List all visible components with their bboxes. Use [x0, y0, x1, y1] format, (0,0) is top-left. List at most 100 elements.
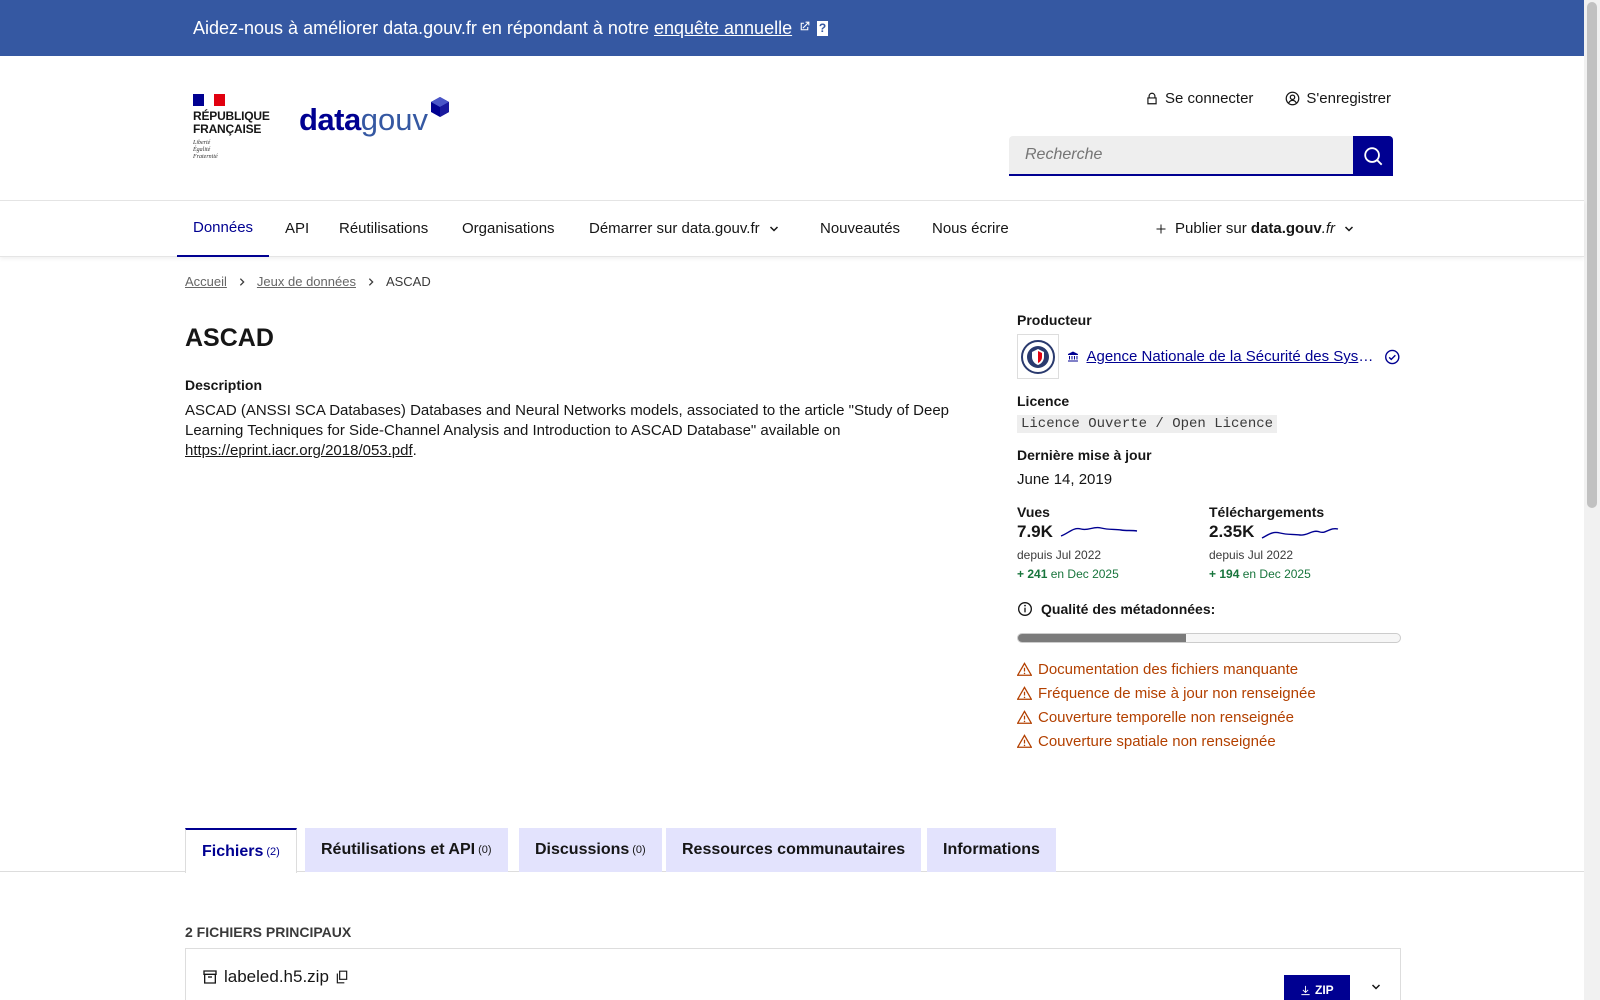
breadcrumb-current: ASCAD	[385, 274, 431, 289]
publish-brand: data.gouv	[1250, 220, 1322, 237]
downloads-since: depuis Jul 2022	[1209, 548, 1294, 562]
help-icon[interactable]: ?	[817, 20, 829, 36]
downloads-delta-period: en Dec 2025	[1242, 567, 1311, 581]
stats: Vues 7.9K depuis Jul 2022 + 241 en Dec 2…	[1017, 504, 1401, 581]
breadcrumb: Accueil Jeux de données ASCAD	[185, 274, 431, 289]
description-text: ASCAD (ANSSI SCA Databases) Databases an…	[185, 402, 950, 459]
archive-icon	[203, 970, 217, 984]
quality-label: Qualité des métadonnées:	[1041, 601, 1216, 617]
publish-suffix: .fr	[1321, 220, 1336, 237]
producer-logo[interactable]	[1017, 334, 1059, 379]
dataset-tabs: Fichiers (2) Réutilisations et API (0) Dis…	[0, 828, 1584, 873]
publish-menu-button[interactable]: Publier sur data.gouv.fr	[1155, 201, 1355, 257]
institution-icon	[1067, 351, 1078, 362]
download-icon	[1301, 985, 1310, 995]
views-label: Vues	[1017, 504, 1050, 520]
header-links: Se connecter S'enregistrer	[1145, 90, 1391, 107]
logo-gouv-text: gouv	[360, 102, 428, 137]
publish-prefix: Publier sur	[1175, 220, 1247, 237]
chevron-down-icon[interactable]	[1370, 981, 1382, 993]
search-icon	[1364, 147, 1383, 166]
description-link[interactable]: https://eprint.iacr.org/2018/053.pdf	[185, 442, 413, 459]
download-zip-button[interactable]: ZIP	[1284, 975, 1350, 1000]
nav-item-donnees[interactable]: Données	[177, 201, 270, 257]
file-name: labeled.h5.zip	[224, 967, 329, 986]
metadata-quality: Qualité des métadonnées:	[1017, 601, 1401, 617]
warning-item: Fréquence de mise à jour non renseignée	[1017, 681, 1401, 705]
login-link[interactable]: Se connecter	[1145, 90, 1253, 107]
info-icon[interactable]	[1017, 601, 1033, 617]
producer-label: Producteur	[1017, 312, 1092, 328]
licence-badge[interactable]: Licence Ouverte / Open Licence	[1017, 415, 1278, 433]
page-scrollbar[interactable]	[1584, 0, 1600, 1000]
producer: Agence Nationale de la Sécurité des Syst…	[1017, 334, 1401, 379]
breadcrumb-accueil[interactable]: Accueil	[185, 274, 227, 289]
quality-progress-bar	[1017, 633, 1401, 643]
tab-fichiers[interactable]: Fichiers (2)	[185, 828, 297, 873]
tab-informations[interactable]: Informations	[927, 828, 1056, 872]
anssi-logo-icon	[1020, 339, 1055, 374]
updated-label: Dernière mise à jour	[1017, 447, 1152, 463]
nav-item-reutilisations[interactable]: Réutilisations	[339, 201, 428, 257]
survey-banner: Aidez-nous à améliorer data.gouv.fr en r…	[0, 0, 1584, 56]
register-label: S'enregistrer	[1306, 90, 1391, 107]
lock-icon	[1147, 92, 1157, 105]
chevron-down-icon	[769, 226, 778, 232]
warning-icon	[1017, 734, 1032, 748]
nav-item-organisations[interactable]: Organisations	[462, 201, 555, 257]
tab-ressources-communautaires[interactable]: Ressources communautaires	[666, 828, 922, 872]
site-header: RÉPUBLIQUE FRANÇAISE Liberté Égalité Fra…	[0, 56, 1584, 201]
views-since: depuis Jul 2022	[1017, 548, 1102, 562]
motto-fraternite: Fraternité	[193, 154, 218, 160]
warning-icon	[1017, 686, 1032, 700]
downloads-stat: Téléchargements 2.35K depuis Jul 2022 + …	[1209, 504, 1401, 581]
french-flag-icon	[193, 94, 226, 106]
warning-icon	[1017, 710, 1032, 724]
page-title: ASCAD	[185, 324, 274, 352]
register-link[interactable]: S'enregistrer	[1285, 90, 1391, 107]
plus-icon	[1156, 224, 1166, 234]
user-circle-icon	[1286, 91, 1300, 106]
survey-link[interactable]: enquête annuelle	[654, 18, 792, 39]
chevron-down-icon	[1345, 226, 1354, 232]
search-input[interactable]	[1009, 136, 1353, 176]
description-label: Description	[185, 377, 263, 393]
views-stat: Vues 7.9K depuis Jul 2022 + 241 en Dec 2…	[1017, 504, 1209, 581]
tab-reutilisations-api[interactable]: Réutilisations et API (0)	[305, 828, 508, 872]
nav-item-demarrer[interactable]: Démarrer sur data.gouv.fr	[589, 201, 780, 257]
tab-discussions[interactable]: Discussions (0)	[519, 828, 662, 872]
quality-progress-fill	[1018, 634, 1187, 642]
downloads-delta: + 194	[1209, 567, 1240, 581]
downloads-label: Téléchargements	[1209, 504, 1325, 520]
copy-icon[interactable]	[335, 970, 349, 984]
warning-item: Couverture spatiale non renseignée	[1017, 729, 1401, 753]
login-label: Se connecter	[1165, 90, 1254, 107]
republique-logo[interactable]: RÉPUBLIQUE FRANÇAISE Liberté Égalité Fra…	[193, 94, 273, 161]
motto-egalite: Égalité	[193, 147, 211, 153]
cube-icon	[430, 97, 449, 117]
chevron-right-icon	[239, 277, 245, 286]
nav-item-nous-ecrire[interactable]: Nous écrire	[932, 201, 1009, 257]
warning-item: Couverture temporelle non renseignée	[1017, 705, 1401, 729]
datagouv-logo[interactable]: data gouv	[299, 96, 450, 138]
downloads-value: 2.35K	[1209, 522, 1255, 541]
logo-data-text: data	[299, 102, 361, 137]
file-card[interactable]: labeled.h5.zip ZIP	[185, 948, 1401, 1000]
views-sparkline	[1060, 526, 1138, 537]
breadcrumb-jeux-de-donnees[interactable]: Jeux de données	[257, 274, 356, 289]
francaise-text: FRANÇAISE	[193, 122, 262, 136]
external-link-icon	[798, 20, 811, 36]
updated-date: June 14, 2019	[1017, 471, 1113, 488]
nav-item-nouveautes[interactable]: Nouveautés	[820, 201, 900, 257]
views-delta-period: en Dec 2025	[1050, 567, 1119, 581]
producer-name-link[interactable]: Agence Nationale de la Sécurité des Syst…	[1086, 348, 1376, 365]
quality-warnings: Documentation des fichiers manquante Fré…	[1017, 657, 1401, 753]
dataset-sidebar: Producteur Agence Nationale de la Sécuri…	[1017, 312, 1401, 753]
warning-item: Documentation des fichiers manquante	[1017, 657, 1401, 681]
motto-liberte: Liberté	[193, 140, 211, 146]
views-delta: + 241	[1017, 567, 1048, 581]
scrollbar-thumb[interactable]	[1587, 2, 1597, 508]
search-button[interactable]	[1353, 136, 1393, 176]
verified-check-icon	[1385, 349, 1400, 364]
nav-item-api[interactable]: API	[285, 201, 309, 257]
